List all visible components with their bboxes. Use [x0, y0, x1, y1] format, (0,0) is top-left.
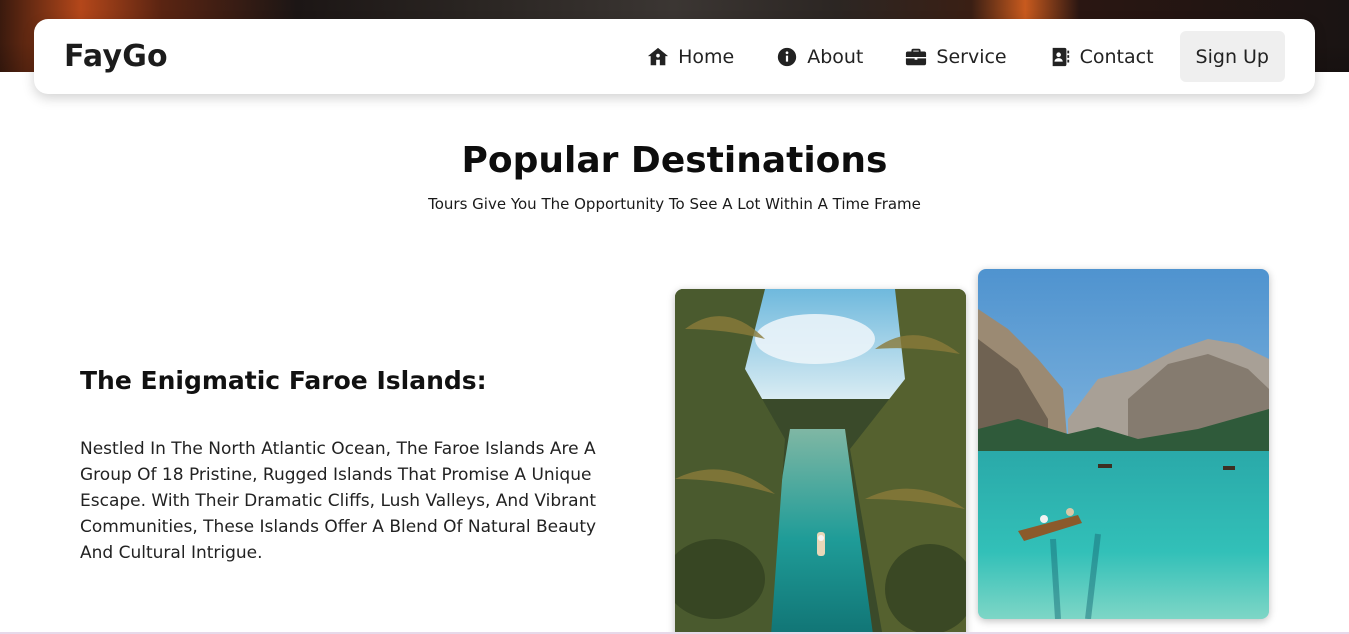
main-nav: Home About Service Contact Sign Up [605, 31, 1285, 82]
destination-image-jungle-river[interactable] [675, 289, 966, 634]
nav-item-label: About [807, 45, 864, 68]
nav-item-label: Service [936, 45, 1007, 68]
nav-item-about[interactable]: About [776, 46, 863, 68]
contact-book-icon [1052, 47, 1069, 66]
nav-item-contact[interactable]: Contact [1049, 46, 1154, 68]
nav-item-service[interactable]: Service [905, 45, 1007, 68]
destination-description: Nestled In The North Atlantic Ocean, The… [80, 439, 597, 563]
destination-title: The Enigmatic Faroe Islands: [80, 366, 487, 395]
nav-item-label: Home [678, 45, 735, 68]
sign-up-button[interactable]: Sign Up [1179, 31, 1285, 82]
destination-image-mountain-lake[interactable] [978, 269, 1269, 619]
briefcase-icon [906, 48, 927, 65]
section-title: Popular Destinations [461, 140, 888, 181]
navbar: FayGo Home About Service Contact Sign Up [34, 19, 1315, 94]
section-subtitle: Tours Give You The Opportunity To See A … [428, 195, 921, 213]
brand-logo[interactable]: FayGo [64, 39, 168, 74]
home-icon [648, 47, 669, 65]
nav-item-home[interactable]: Home [647, 46, 734, 68]
info-icon [778, 47, 797, 66]
nav-item-label: Contact [1079, 45, 1154, 68]
